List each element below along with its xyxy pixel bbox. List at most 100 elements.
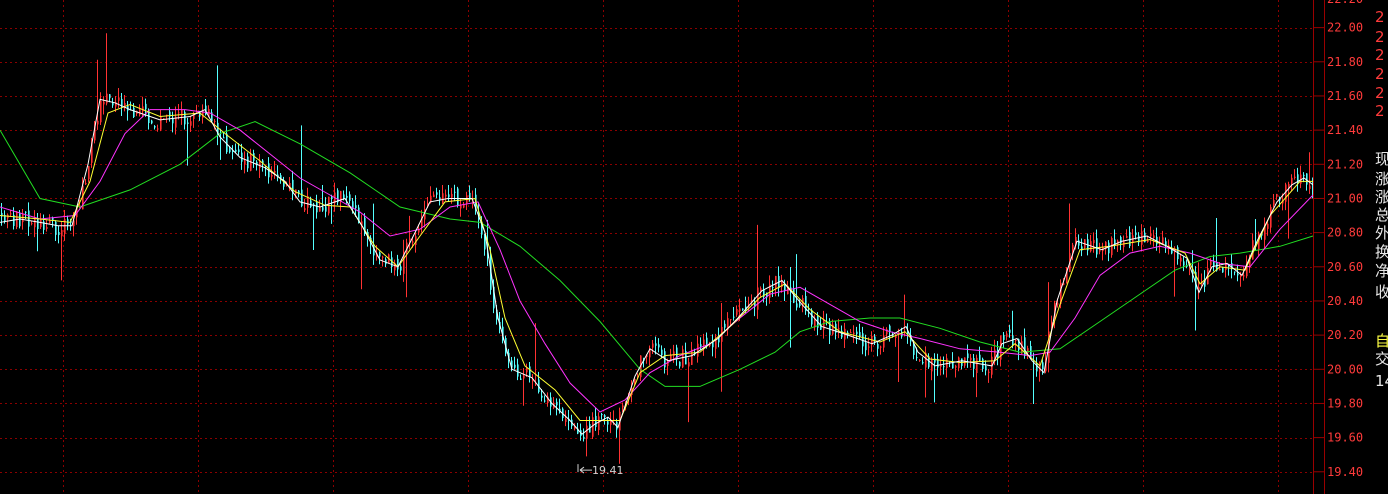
candle-body <box>190 121 192 126</box>
side-label: 自 <box>1375 332 1388 350</box>
candle <box>1006 331 1008 341</box>
ma_long-line <box>0 109 1314 413</box>
candle <box>616 418 618 438</box>
candle <box>544 395 546 403</box>
candle <box>880 345 882 355</box>
candle <box>247 152 249 172</box>
candle <box>853 325 855 343</box>
candle-body <box>1015 339 1017 341</box>
candle-body <box>598 416 600 431</box>
candle-body <box>679 361 681 367</box>
candle <box>97 59 99 130</box>
candle <box>436 187 438 199</box>
candle <box>988 369 990 383</box>
candle-body <box>583 436 585 439</box>
candle <box>601 412 603 420</box>
candle <box>442 185 444 205</box>
axis-tick-label: 22.00 <box>1327 21 1363 35</box>
candle <box>121 92 123 116</box>
candle-body <box>1003 334 1005 340</box>
candle-body <box>520 378 522 380</box>
candle-body <box>775 276 777 289</box>
candle <box>1309 152 1311 194</box>
candle <box>796 254 798 311</box>
candle-body <box>607 421 609 425</box>
side-label: 涨 <box>1375 188 1388 206</box>
candle <box>403 239 405 282</box>
candle-body <box>820 326 822 330</box>
candle <box>805 287 807 315</box>
candle-body <box>85 182 87 185</box>
candle <box>532 374 534 389</box>
candle-body <box>823 319 825 330</box>
candle-body <box>301 189 303 207</box>
candle <box>139 104 141 117</box>
candle-body <box>529 366 531 377</box>
candle <box>394 259 396 276</box>
candle <box>58 225 60 244</box>
candle-body <box>10 213 12 215</box>
candle-body <box>943 366 945 368</box>
candle <box>736 305 738 317</box>
candle-body <box>397 258 399 270</box>
candle-body <box>1219 268 1221 271</box>
candle-body <box>103 101 105 105</box>
candle-body <box>979 354 981 361</box>
candle-body <box>343 194 345 199</box>
candle <box>1093 232 1095 253</box>
min-price-label: 19.41 <box>592 464 624 477</box>
candle-body <box>154 126 156 128</box>
candle <box>835 320 837 340</box>
candle <box>688 357 690 423</box>
candle <box>535 323 537 387</box>
candle-body <box>691 349 693 365</box>
candle <box>877 341 879 357</box>
axis-tick-label: 21.80 <box>1327 55 1363 69</box>
axis-tick-label: 20.40 <box>1327 294 1363 308</box>
candle <box>322 184 324 212</box>
candle <box>952 352 954 369</box>
candle <box>823 310 825 339</box>
candle-body <box>409 238 411 241</box>
axis-tick-label: 19.40 <box>1327 465 1363 479</box>
candle <box>190 116 192 132</box>
price-axis: 19.40 19.60 19.80 20.00 20.20 20.40 20.60 20.80… <box>1313 0 1363 494</box>
candle-body <box>118 97 120 101</box>
candle-body <box>187 122 189 124</box>
candle-body <box>526 368 528 373</box>
candle-body <box>133 107 135 118</box>
candle <box>1048 282 1050 373</box>
candle <box>244 151 246 174</box>
side-label: 现 <box>1375 150 1388 168</box>
candle-body <box>1108 242 1110 254</box>
candle <box>1150 226 1152 245</box>
candle-body <box>916 357 918 359</box>
candle <box>1108 240 1110 262</box>
side-digit: 2 <box>1375 102 1385 120</box>
candle <box>814 314 816 331</box>
candle <box>349 191 351 204</box>
candle-body <box>331 197 333 199</box>
candle-body <box>697 343 699 357</box>
candle-body <box>1150 233 1152 237</box>
side-digit: 2 <box>1375 84 1385 102</box>
candle <box>1114 229 1116 250</box>
candle-body <box>1096 238 1098 255</box>
candle-body <box>46 226 48 229</box>
candle-body <box>523 375 525 379</box>
side-label: 净 <box>1375 262 1388 280</box>
candle-body <box>271 174 273 177</box>
candle-body <box>1180 257 1182 262</box>
candle <box>1162 230 1164 246</box>
candle <box>439 190 441 206</box>
candle-body <box>532 380 534 382</box>
candle-body <box>1009 329 1011 333</box>
candle <box>466 191 468 211</box>
candle <box>211 109 213 122</box>
candle <box>1120 235 1122 251</box>
candle <box>433 191 435 198</box>
candle <box>307 187 309 215</box>
candle <box>1090 234 1092 253</box>
candle <box>529 362 531 383</box>
candle <box>682 345 684 369</box>
